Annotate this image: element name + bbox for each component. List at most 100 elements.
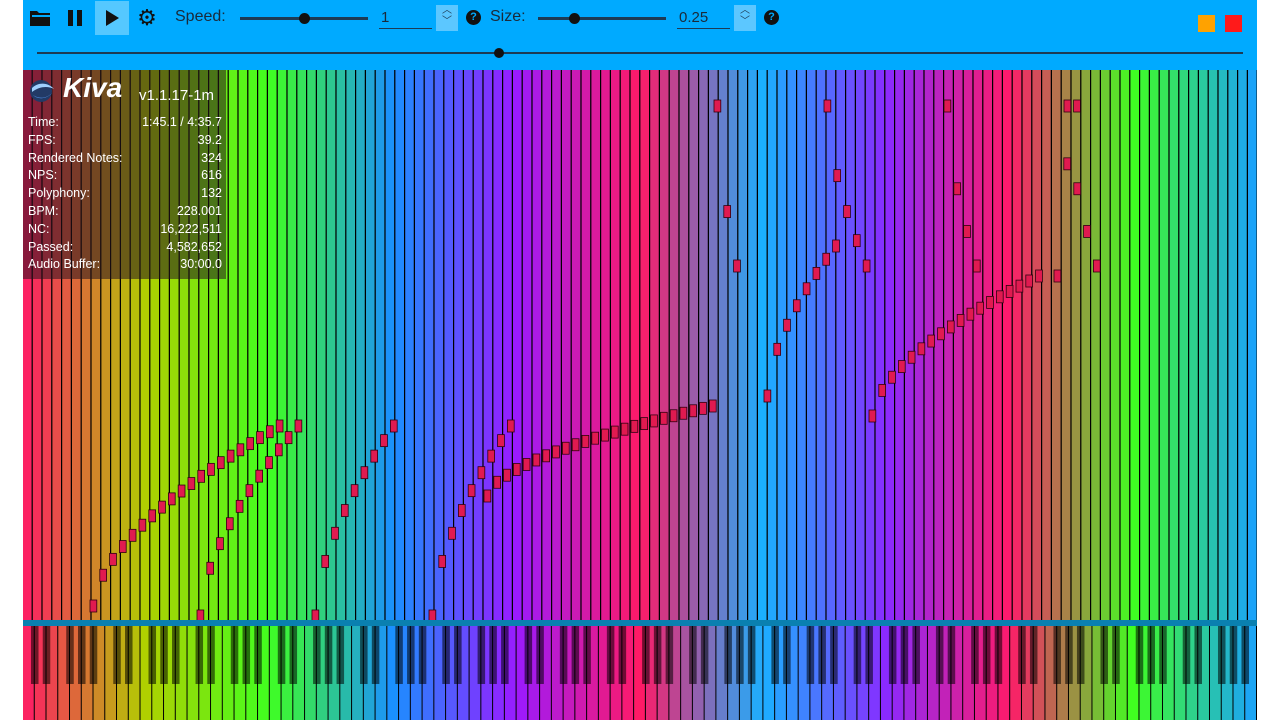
note-column-gap: [805, 70, 807, 622]
note-column-gap: [276, 70, 278, 622]
speed-help-icon[interactable]: ?: [466, 10, 481, 25]
note-column-gap: [580, 70, 582, 622]
note-column-gap: [315, 70, 317, 622]
size-slider-thumb[interactable]: [568, 13, 580, 24]
note-block: [1073, 182, 1082, 196]
black-key: [489, 626, 497, 684]
chevron-up-icon[interactable]: ︿: [442, 5, 452, 16]
chevron-down-icon[interactable]: ﹀: [740, 16, 750, 27]
note-column: [375, 70, 385, 622]
note-block: [966, 307, 975, 321]
play-button[interactable]: [95, 1, 129, 35]
note-column-gap: [952, 70, 954, 622]
note-column-gap: [266, 70, 268, 622]
chevron-up-icon[interactable]: ︿: [740, 5, 750, 16]
note-block: [802, 282, 811, 296]
note-column-gap: [570, 70, 572, 622]
note-column-gap: [1158, 70, 1160, 622]
note-block: [265, 456, 273, 470]
note-block: [1073, 99, 1081, 113]
note-column: [611, 70, 620, 622]
speed-slider-thumb[interactable]: [299, 13, 310, 24]
note-column: [875, 70, 885, 622]
stat-value: 228.001: [176, 204, 222, 218]
speed-label: Speed:: [175, 8, 226, 25]
note-column: [1169, 70, 1179, 622]
note-block: [380, 434, 388, 448]
note-column-gap: [874, 70, 876, 622]
note-column: [562, 70, 571, 622]
kiva-logo-icon: [30, 80, 54, 102]
black-key: [418, 626, 427, 684]
note-block: [937, 327, 945, 341]
black-key: [195, 626, 204, 684]
note-block: [660, 411, 668, 425]
note-column: [297, 70, 306, 622]
black-key: [336, 626, 345, 684]
note-block: [206, 561, 215, 575]
note-block: [138, 518, 147, 532]
note-column-gap: [747, 70, 749, 622]
black-key: [66, 626, 74, 684]
note-block: [963, 225, 971, 238]
black-key: [982, 626, 991, 684]
note-column-gap: [1001, 70, 1003, 622]
note-block: [640, 417, 648, 431]
chevron-down-icon[interactable]: ﹀: [442, 16, 452, 27]
note-column: [356, 70, 365, 622]
black-key: [277, 626, 286, 684]
note-column-gap: [845, 70, 847, 622]
black-key: [1229, 626, 1238, 684]
note-column: [865, 70, 875, 622]
note-column-gap: [1139, 70, 1141, 622]
note-block: [497, 434, 505, 448]
note-block: [483, 489, 492, 503]
speed-slider[interactable]: [240, 13, 368, 24]
size-input[interactable]: 0.25: [677, 5, 730, 29]
pause-button[interactable]: [60, 2, 90, 34]
settings-button[interactable]: ⚙: [132, 2, 162, 34]
note-column-gap: [443, 70, 445, 622]
seek-bar-thumb[interactable]: [493, 48, 504, 58]
note-column-gap: [286, 70, 288, 622]
speed-input[interactable]: 1: [379, 5, 432, 29]
black-key: [1065, 626, 1073, 684]
black-key: [454, 626, 462, 684]
stat-label: Audio Buffer:: [28, 257, 101, 272]
note-column-gap: [364, 70, 366, 622]
size-slider[interactable]: [538, 13, 666, 24]
note-column: [973, 70, 983, 622]
size-help-icon[interactable]: ?: [764, 10, 779, 25]
note-column: [415, 70, 424, 622]
black-key: [971, 626, 979, 684]
black-key: [1100, 626, 1108, 684]
note-column-gap: [815, 70, 817, 622]
note-column: [963, 70, 973, 622]
close-button[interactable]: [1225, 15, 1242, 32]
black-key: [1029, 626, 1038, 684]
note-column-gap: [943, 70, 945, 622]
size-stepper[interactable]: ︿ ﹀: [734, 5, 756, 31]
note-column: [1003, 70, 1012, 622]
note-block: [699, 401, 707, 415]
note-block: [986, 296, 994, 309]
note-column-gap: [609, 70, 611, 622]
note-column: [905, 70, 914, 622]
stat-value: 324: [201, 150, 222, 165]
speed-stepper[interactable]: ︿ ﹀: [436, 5, 458, 31]
note-block: [487, 449, 495, 463]
note-block: [723, 205, 731, 218]
note-column-gap: [1197, 70, 1199, 622]
minimize-button[interactable]: [1198, 15, 1215, 32]
note-block: [689, 404, 697, 418]
stat-row: NC: 16,222,511: [28, 222, 222, 240]
note-column: [248, 70, 257, 622]
note-column-gap: [825, 70, 827, 622]
note-column: [532, 70, 542, 622]
note-column: [1061, 70, 1071, 622]
seek-bar[interactable]: [37, 48, 1243, 58]
note-column-gap: [1207, 70, 1209, 622]
note-block: [350, 484, 359, 498]
note-column: [1218, 70, 1228, 622]
open-file-button[interactable]: [25, 2, 55, 34]
